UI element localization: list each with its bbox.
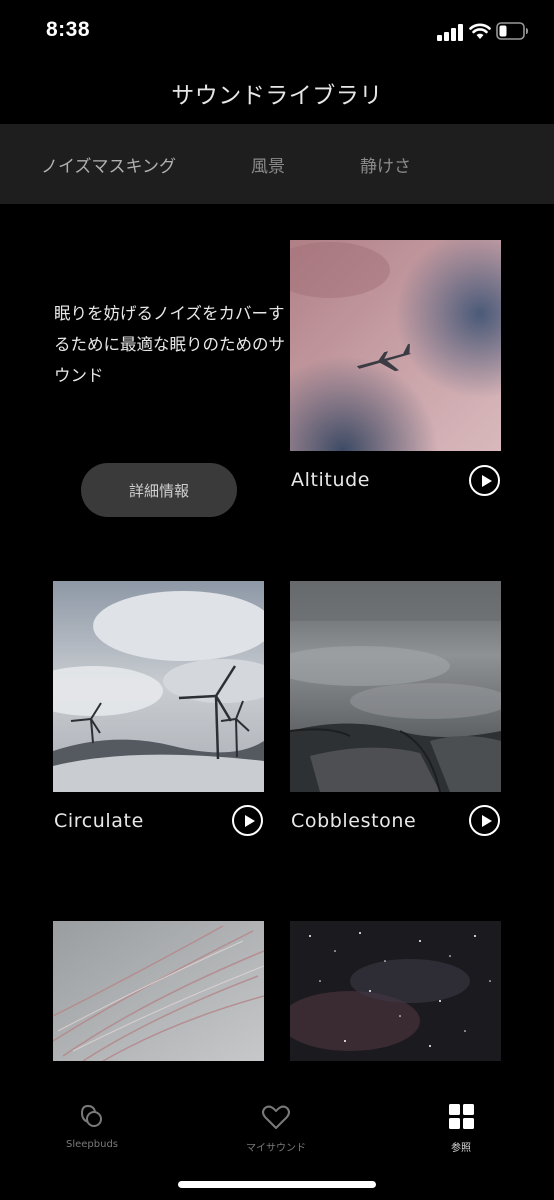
status-bar: 8:38 bbox=[0, 0, 554, 66]
grid-icon bbox=[449, 1104, 474, 1129]
cobblestone-play-button[interactable] bbox=[469, 805, 500, 836]
more-info-button[interactable]: 詳細情報 bbox=[81, 463, 237, 517]
circulate-thumbnail[interactable] bbox=[53, 581, 264, 792]
page-title: サウンドライブラリ bbox=[171, 83, 383, 109]
status-time: 8:38 bbox=[46, 18, 91, 41]
sleepbuds-icon bbox=[80, 1105, 102, 1127]
nav-sleepbuds-label: Sleepbuds bbox=[65, 1139, 119, 1150]
nav-my-sounds-label: マイサウンド bbox=[246, 1143, 306, 1154]
wifi-icon bbox=[469, 23, 491, 39]
grass-thumbnail[interactable] bbox=[53, 921, 264, 1061]
home-indicator[interactable] bbox=[178, 1181, 376, 1188]
cobblestone-title: Cobblestone bbox=[291, 810, 417, 832]
category-description: 眠りを妨げるノイズをカバーするために最適な眠りのためのサウンド bbox=[54, 304, 285, 385]
nav-browse-label: 参照 bbox=[451, 1143, 471, 1154]
circulate-play-button[interactable] bbox=[232, 805, 263, 836]
sound-library-screen: 8:38 サウンドライブラリ ノイズマスキング 風景 静けさ 眠りを妨げるノイズ… bbox=[0, 0, 554, 1200]
battery-icon bbox=[496, 22, 528, 40]
circulate-title: Circulate bbox=[54, 810, 144, 832]
tab-calm[interactable]: 静けさ bbox=[360, 152, 411, 177]
altitude-play-button[interactable] bbox=[469, 465, 500, 496]
nav-sleepbuds[interactable]: Sleepbuds bbox=[32, 1090, 152, 1160]
tab-noise-masking[interactable]: ノイズマスキング bbox=[41, 152, 176, 177]
tab-scenery[interactable]: 風景 bbox=[251, 152, 285, 177]
nav-my-sounds[interactable]: マイサウンド bbox=[216, 1090, 336, 1160]
nav-browse[interactable]: 参照 bbox=[401, 1090, 521, 1160]
altitude-thumbnail[interactable] bbox=[290, 240, 501, 451]
night-sky-thumbnail[interactable] bbox=[290, 921, 501, 1061]
category-tab-bar: ノイズマスキング 風景 静けさ bbox=[0, 124, 554, 204]
heart-icon bbox=[262, 1105, 290, 1129]
cobblestone-thumbnail[interactable] bbox=[290, 581, 501, 792]
altitude-title: Altitude bbox=[291, 469, 371, 491]
cellular-signal-icon bbox=[437, 24, 463, 41]
